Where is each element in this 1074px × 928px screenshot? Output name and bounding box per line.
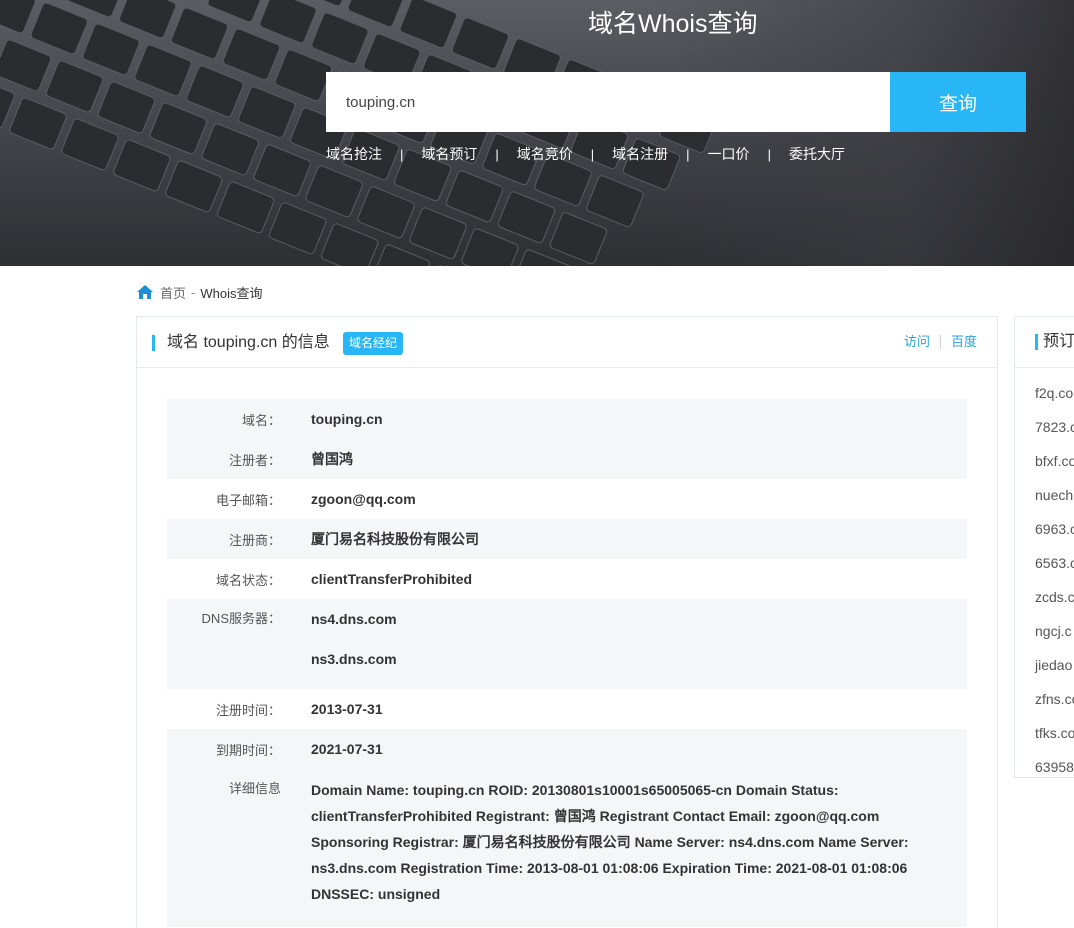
registrant-label: 注册者： — [228, 452, 281, 468]
search-button[interactable]: 查询 — [890, 72, 1026, 132]
registrant-value: 曾国鸿 — [311, 451, 353, 467]
sidebar-title: 预订 — [1043, 333, 1074, 350]
registration-time-value: 2013-07-31 — [311, 701, 383, 717]
nav-separator: | — [686, 146, 690, 162]
preorder-sidebar: 预订 f2q.co 7823.c bfxf.co nuech 6963.c 65… — [1014, 316, 1074, 778]
sidebar-domain-item[interactable]: 6563.c — [1015, 546, 1074, 580]
registrar-value: 厦门易名科技股份有限公司 — [311, 531, 479, 547]
title-accent-bar — [1035, 334, 1038, 350]
domain-search-input[interactable] — [326, 72, 890, 132]
registration-time-label: 注册时间： — [215, 702, 281, 718]
sidebar-domain-item[interactable]: zcds.c — [1015, 580, 1074, 614]
page-title: 域名Whois查询 — [588, 10, 758, 38]
nav-separator: | — [400, 146, 404, 162]
nav-link-preorder[interactable]: 域名预订 — [421, 144, 477, 164]
nav-separator: | — [495, 146, 499, 162]
domain-broker-badge[interactable]: 域名经纪 — [343, 332, 404, 355]
nav-separator: | — [590, 146, 595, 162]
table-row: 域名： touping.cn — [167, 399, 967, 439]
expiration-time-label: 到期时间： — [215, 742, 281, 758]
detail-label: 详细信息 — [228, 781, 281, 796]
breadcrumb-home-link[interactable]: 首页 — [160, 283, 186, 302]
nav-link-fixed-price[interactable]: 一口价 — [708, 144, 750, 164]
registrar-label: 注册商： — [228, 532, 281, 548]
sidebar-domain-list: f2q.co 7823.c bfxf.co nuech 6963.c 6563.… — [1015, 368, 1074, 777]
domain-label: 域名： — [241, 412, 281, 428]
hero-banner: 域名Whois查询 查询 域名抢注 | 域名预订 | 域名竞价 | 域名注册 |… — [0, 0, 1074, 266]
sidebar-domain-item[interactable]: f2q.co — [1015, 376, 1074, 410]
table-row: 注册者： 曾国鸿 — [167, 439, 967, 479]
dns-server: ns4.dns.com — [311, 611, 397, 627]
sidebar-domain-item[interactable]: zfns.co — [1015, 682, 1074, 716]
domain-value: touping.cn — [311, 411, 383, 427]
table-row: 注册时间： 2013-07-31 — [167, 689, 967, 729]
whois-info-panel: 域名 touping.cn 的信息 域名经纪 访问 百度 域名： touping… — [136, 316, 998, 928]
nav-link-snap[interactable]: 域名抢注 — [326, 144, 382, 164]
dns-server: ns3.dns.com — [311, 651, 397, 667]
detail-value: Domain Name: touping.cn ROID: 20130801s1… — [311, 782, 909, 902]
table-row: 域名状态： clientTransferProhibited — [167, 559, 967, 599]
panel-links: 访问 百度 — [904, 333, 977, 351]
breadcrumb: 首页 - Whois查询 — [136, 282, 262, 302]
breadcrumb-current: Whois查询 — [200, 285, 263, 301]
status-label: 域名状态： — [215, 572, 281, 588]
table-row: 注册商： 厦门易名科技股份有限公司 — [167, 519, 967, 559]
hero-nav: 域名抢注 | 域名预订 | 域名竞价 | 域名注册 | 一口价 | 委托大厅 — [326, 144, 845, 164]
panel-header: 域名 touping.cn 的信息 域名经纪 访问 百度 — [137, 317, 997, 368]
status-value: clientTransferProhibited — [311, 571, 473, 587]
visit-link[interactable]: 访问 — [904, 333, 930, 351]
sidebar-domain-item[interactable]: 7823.c — [1015, 410, 1074, 444]
title-accent-bar — [152, 335, 155, 351]
nav-separator: | — [767, 146, 771, 162]
sidebar-header: 预订 — [1015, 317, 1074, 368]
email-label: 电子邮箱： — [215, 492, 281, 508]
breadcrumb-separator: - — [191, 284, 196, 300]
email-value: zgoon@qq.com — [311, 491, 416, 507]
expiration-time-value: 2021-07-31 — [311, 741, 383, 757]
link-divider — [939, 335, 941, 349]
baidu-link[interactable]: 百度 — [951, 333, 977, 351]
dns-label: DNS服务器： — [201, 611, 281, 626]
panel-title: 域名 touping.cn 的信息 — [167, 334, 330, 351]
sidebar-domain-item[interactable]: 63958 — [1015, 750, 1074, 777]
sidebar-domain-item[interactable]: jiedao — [1015, 648, 1074, 682]
table-row: 到期时间： 2021-07-31 — [167, 729, 967, 769]
sidebar-domain-item[interactable]: ngcj.c — [1015, 614, 1074, 648]
table-row: 电子邮箱： zgoon@qq.com — [167, 479, 967, 519]
whois-table: 域名： touping.cn 注册者： 曾国鸿 电子邮箱： zgoon@qq.c… — [167, 399, 967, 927]
sidebar-domain-item[interactable]: nuech — [1015, 478, 1074, 512]
nav-link-register[interactable]: 域名注册 — [612, 144, 668, 164]
nav-link-auction[interactable]: 域名竞价 — [517, 144, 573, 164]
dns-values: ns4.dns.com ns3.dns.com — [311, 609, 967, 689]
table-row: 详细信息 Domain Name: touping.cn ROID: 20130… — [167, 769, 967, 927]
table-row: DNS服务器： ns4.dns.com ns3.dns.com — [167, 599, 967, 689]
sidebar-domain-item[interactable]: bfxf.co — [1015, 444, 1074, 478]
sidebar-domain-item[interactable]: 6963.c — [1015, 512, 1074, 546]
home-icon[interactable] — [136, 284, 154, 300]
nav-link-consign[interactable]: 委托大厅 — [789, 144, 845, 164]
sidebar-domain-item[interactable]: tfks.co — [1015, 716, 1074, 750]
